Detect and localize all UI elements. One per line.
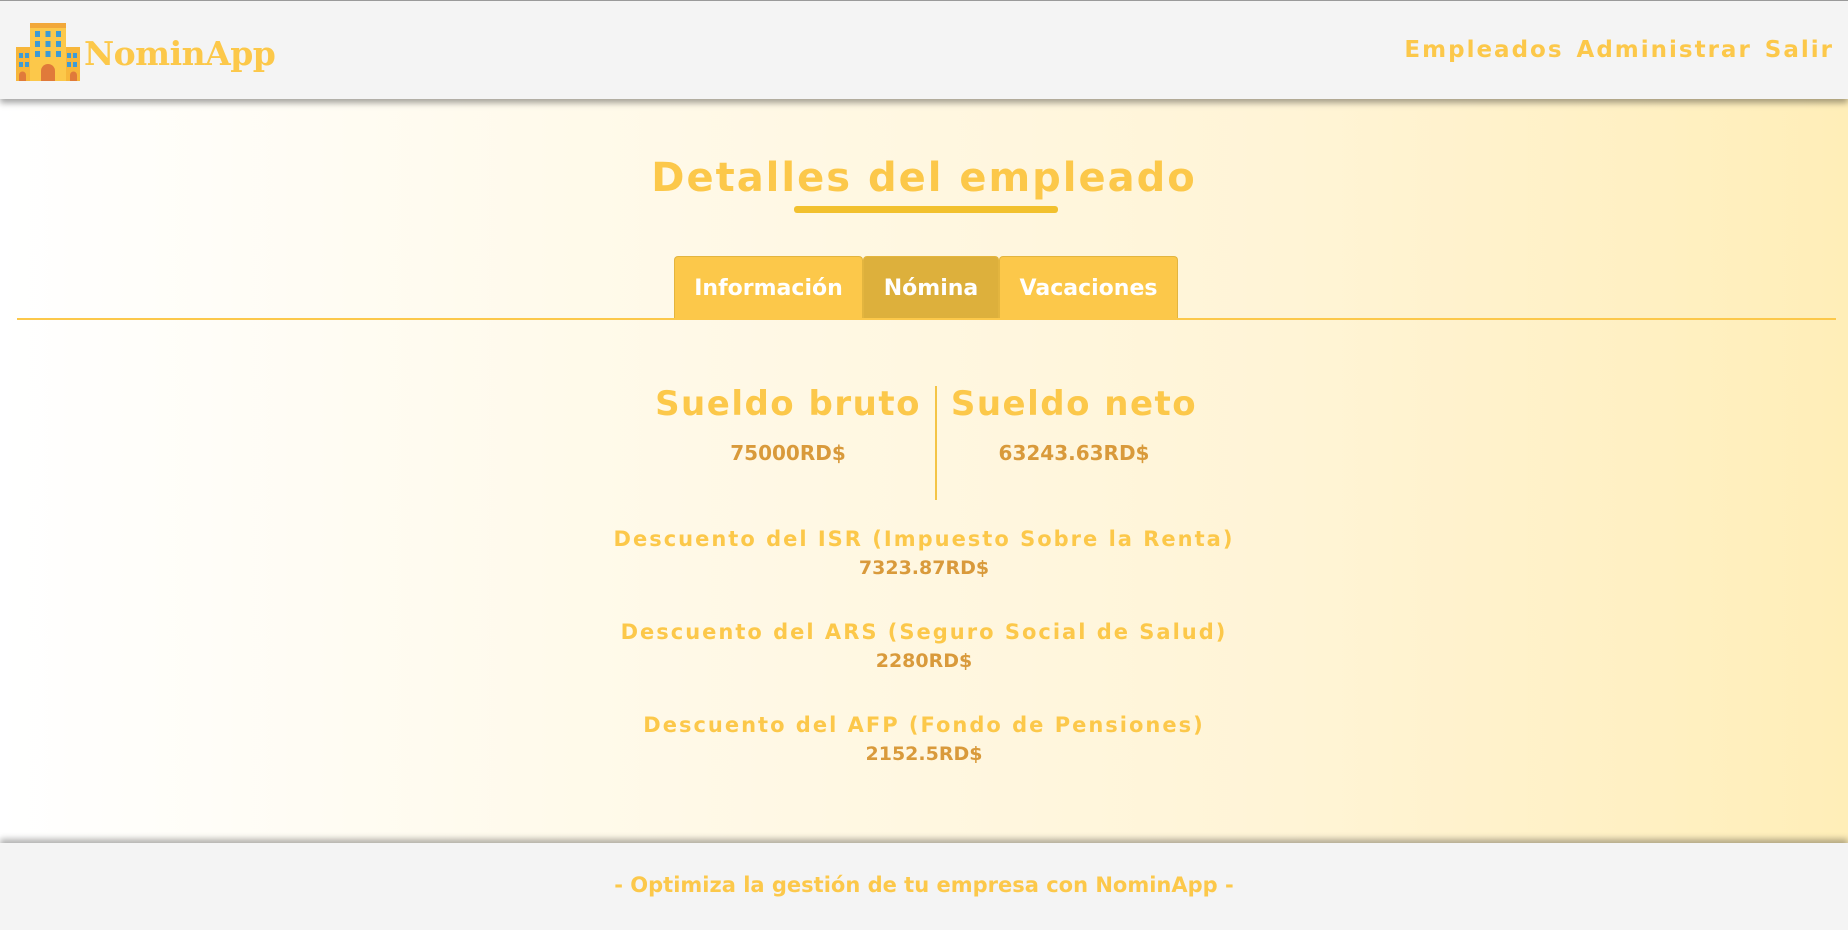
footer-tagline: - Optimiza la gestión de tu empresa con … <box>614 873 1234 897</box>
deduction-afp-value: 2152.5RD$ <box>865 743 983 765</box>
deduction-ars-label: Descuento del ARS (Seguro Social de Salu… <box>620 620 1228 644</box>
deduction-ars-value: 2280RD$ <box>875 650 973 672</box>
tab-informacion[interactable]: Información <box>674 256 863 319</box>
footer: - Optimiza la gestión de tu empresa con … <box>0 843 1848 930</box>
net-salary-block: Sueldo neto 63243.63RD$ <box>944 384 1204 465</box>
office-building-icon <box>16 21 80 85</box>
main-content: Detalles del empleado Información Nómina… <box>0 99 1848 843</box>
deduction-isr: Descuento del ISR (Impuesto Sobre la Ren… <box>0 527 1848 579</box>
gross-salary-label: Sueldo bruto <box>655 384 921 424</box>
tab-vacaciones[interactable]: Vacaciones <box>999 256 1178 319</box>
deduction-isr-value: 7323.87RD$ <box>858 557 990 579</box>
nav-link-salir[interactable]: Salir <box>1765 37 1834 63</box>
brand-name: NominApp <box>84 33 276 73</box>
net-salary-label: Sueldo neto <box>950 384 1198 424</box>
tab-divider <box>17 318 1836 320</box>
tab-bar: Información Nómina Vacaciones <box>674 256 1178 319</box>
net-salary-value: 63243.63RD$ <box>998 441 1150 465</box>
gross-salary-block: Sueldo bruto 75000RD$ <box>646 384 930 465</box>
deduction-afp: Descuento del AFP (Fondo de Pensiones) 2… <box>0 713 1848 765</box>
deduction-ars: Descuento del ARS (Seguro Social de Salu… <box>0 620 1848 672</box>
page-title: Detalles del empleado <box>651 155 1197 201</box>
nav-link-administrar[interactable]: Administrar <box>1577 37 1752 63</box>
tab-nomina[interactable]: Nómina <box>863 256 999 319</box>
deduction-afp-label: Descuento del AFP (Fondo de Pensiones) <box>643 713 1205 737</box>
deduction-isr-label: Descuento del ISR (Impuesto Sobre la Ren… <box>613 527 1235 551</box>
top-navbar: NominApp Empleados Administrar Salir <box>0 0 1848 99</box>
gross-salary-value: 75000RD$ <box>730 441 846 465</box>
brand-logo[interactable]: NominApp <box>16 21 276 85</box>
nav-link-empleados[interactable]: Empleados <box>1404 37 1563 63</box>
salary-divider <box>935 386 937 500</box>
main-nav: Empleados Administrar Salir <box>1404 37 1834 63</box>
title-underline <box>794 206 1058 213</box>
